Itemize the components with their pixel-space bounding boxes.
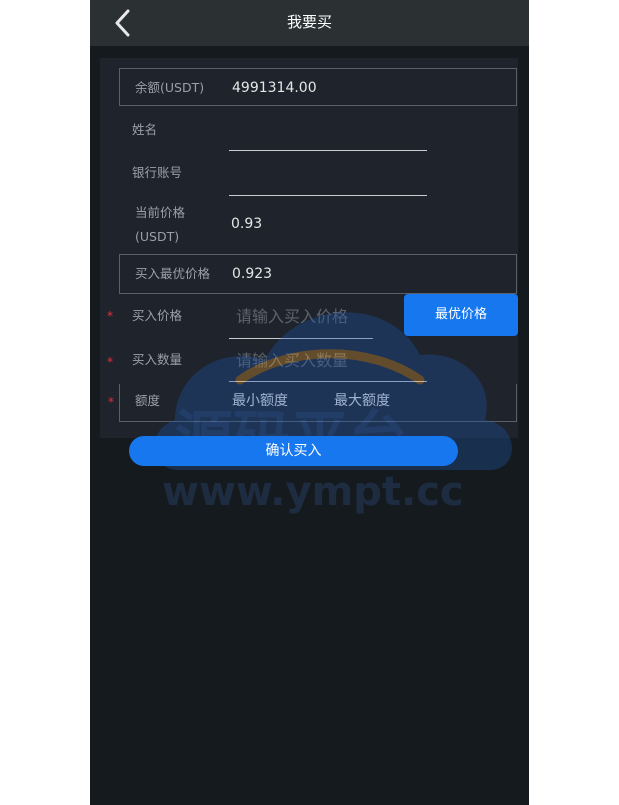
bank-account-underline bbox=[229, 195, 427, 196]
name-row: 姓名 bbox=[119, 107, 517, 151]
buy-price-underline bbox=[229, 338, 373, 339]
confirm-buy-button[interactable]: 确认买入 bbox=[129, 436, 458, 466]
app-screen: 我要买 余额(USDT) 4991314.00 姓名 银行账号 当前价格 (US… bbox=[90, 0, 529, 805]
current-price-value: 0.93 bbox=[231, 216, 263, 232]
header-bar: 我要买 bbox=[90, 0, 529, 46]
amount-limit-row: * 额度 最小额度 最大额度 bbox=[108, 384, 517, 422]
name-underline bbox=[229, 150, 427, 151]
page-title: 我要买 bbox=[286, 13, 332, 31]
watermark-url-text: www.ympt.cc bbox=[162, 469, 464, 515]
current-price-label: 当前价格 bbox=[135, 205, 186, 220]
buy-price-input[interactable] bbox=[236, 304, 376, 328]
bank-account-row: 银行账号 bbox=[119, 152, 517, 196]
current-price-unit: (USDT) bbox=[135, 229, 180, 244]
balance-row: 余额(USDT) 4991314.00 bbox=[119, 68, 517, 106]
balance-label: 余额(USDT) bbox=[135, 80, 205, 95]
balance-value: 4991314.00 bbox=[232, 80, 317, 96]
max-amount-label: 最大额度 bbox=[334, 393, 390, 409]
best-buy-price-label: 买入最优价格 bbox=[135, 266, 211, 281]
required-mark: * bbox=[108, 395, 114, 409]
buy-form-card: 余额(USDT) 4991314.00 姓名 银行账号 当前价格 (USDT) … bbox=[100, 58, 518, 438]
buy-quantity-row: * 买入数量 bbox=[107, 340, 517, 384]
buy-quantity-label: 买入数量 bbox=[132, 352, 183, 367]
name-input[interactable] bbox=[229, 121, 427, 149]
buy-quantity-input[interactable] bbox=[236, 348, 426, 372]
best-price-button[interactable]: 最优价格 bbox=[404, 294, 518, 336]
bank-account-input[interactable] bbox=[229, 164, 427, 192]
best-buy-price-row: 买入最优价格 0.923 bbox=[119, 254, 517, 294]
best-buy-price-value: 0.923 bbox=[232, 266, 273, 282]
min-amount-label: 最小额度 bbox=[232, 393, 288, 409]
amount-limit-label: 额度 bbox=[135, 393, 161, 408]
name-label: 姓名 bbox=[132, 122, 158, 137]
required-mark: * bbox=[107, 355, 113, 369]
buy-quantity-underline bbox=[229, 381, 427, 382]
bank-account-label: 银行账号 bbox=[132, 165, 183, 180]
current-price-row: 当前价格 (USDT) 0.93 bbox=[119, 198, 517, 254]
buy-price-label: 买入价格 bbox=[132, 308, 183, 323]
required-mark: * bbox=[107, 309, 113, 323]
